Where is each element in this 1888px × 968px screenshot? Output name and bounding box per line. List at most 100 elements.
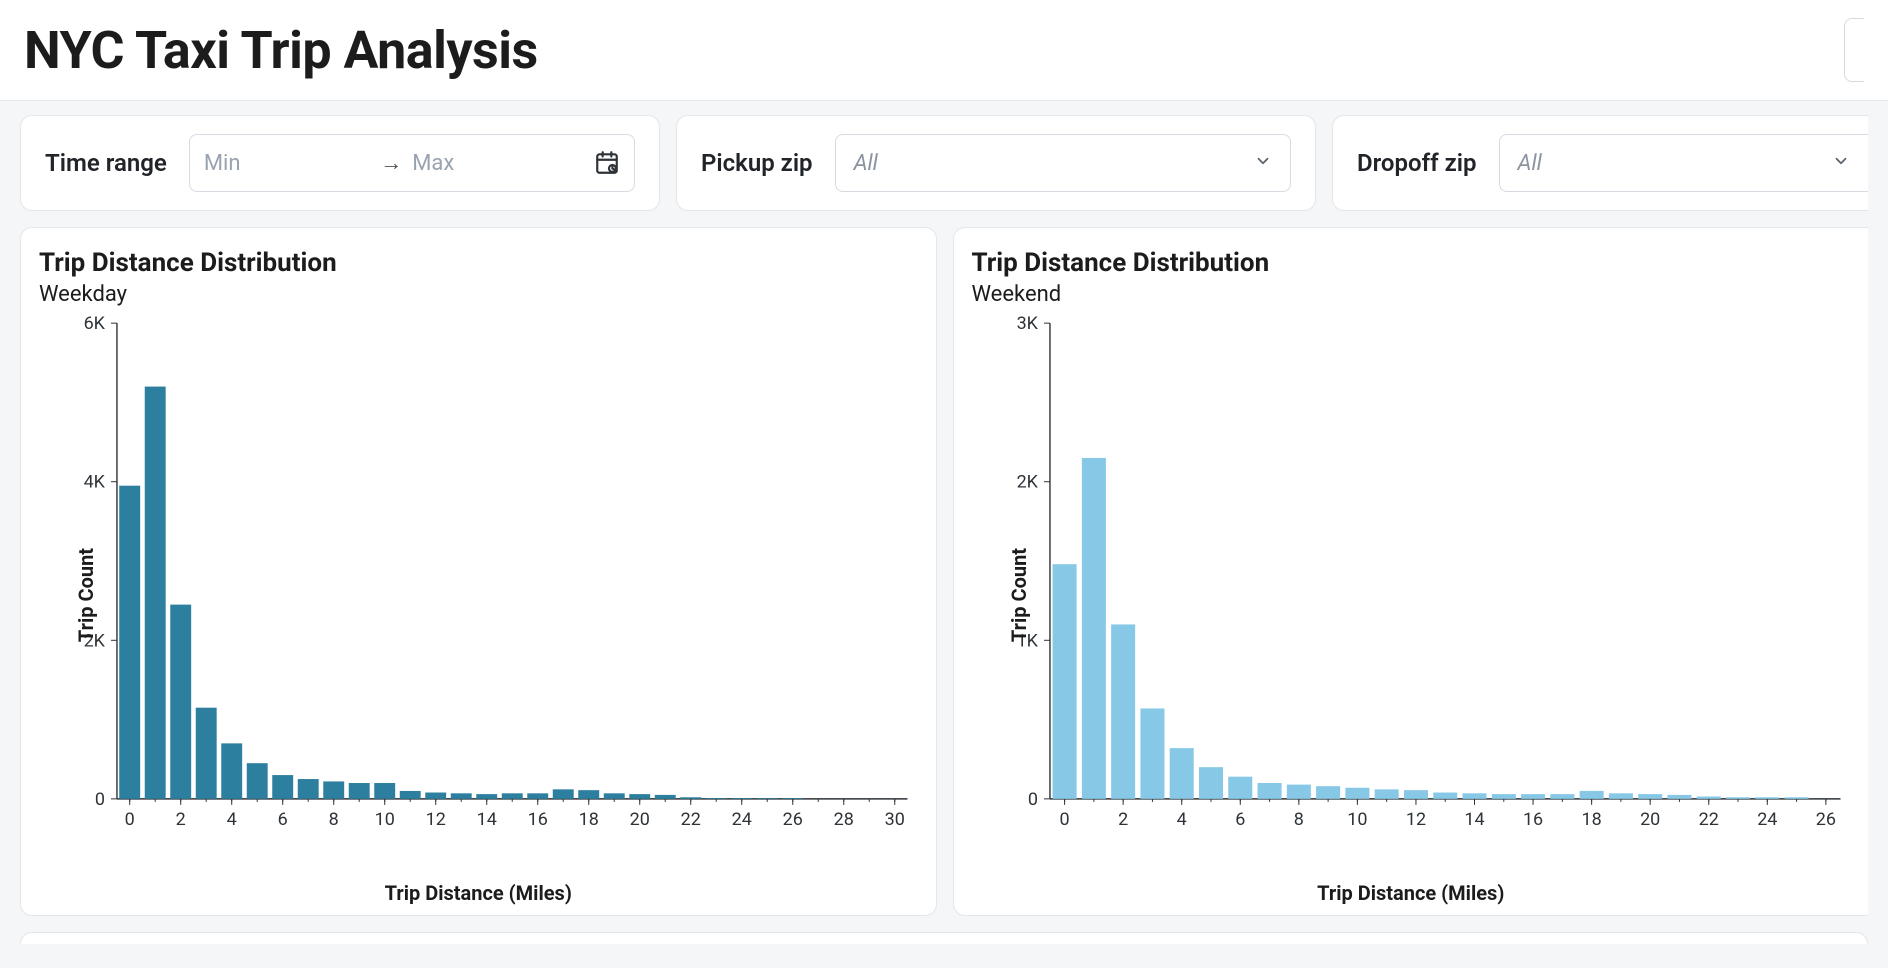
svg-text:0: 0 (1027, 789, 1037, 810)
chart-xlabel-weekday: Trip Distance (Miles) (39, 881, 918, 905)
chart-bar[interactable] (349, 783, 370, 799)
chart-bar[interactable] (1521, 794, 1545, 799)
chart-bar[interactable] (425, 793, 446, 799)
chart-bar[interactable] (1257, 783, 1281, 799)
svg-text:10: 10 (375, 809, 395, 830)
filter-label-dropoff-zip: Dropoff zip (1357, 149, 1477, 177)
title-right-panel-edge (1844, 18, 1864, 82)
svg-text:0: 0 (95, 789, 105, 810)
page-title: NYC Taxi Trip Analysis (24, 20, 538, 81)
chart-bar[interactable] (400, 791, 421, 799)
chart-bar[interactable] (323, 781, 344, 798)
chart-bar[interactable] (1550, 794, 1574, 799)
svg-text:3K: 3K (1016, 315, 1038, 334)
chart-bar[interactable] (272, 775, 293, 799)
chart-bar[interactable] (527, 793, 548, 799)
chart-bar[interactable] (196, 708, 217, 799)
chart-bar[interactable] (1081, 458, 1105, 799)
svg-text:16: 16 (1522, 809, 1542, 830)
chart-bar[interactable] (731, 798, 752, 799)
svg-text:20: 20 (1640, 809, 1660, 830)
chart-bar[interactable] (221, 743, 242, 799)
chart-card-weekend: Trip Distance Distribution Weekend Trip … (953, 227, 1869, 916)
calendar-icon[interactable] (594, 150, 620, 176)
svg-text:12: 12 (1405, 809, 1425, 830)
svg-text:16: 16 (528, 809, 548, 830)
chart-bar[interactable] (1491, 794, 1515, 799)
chart-plot-weekday: Trip Count 02K4K6K0246810121416182022242… (39, 315, 918, 875)
chart-bar[interactable] (706, 798, 727, 799)
chart-bar[interactable] (1374, 789, 1398, 799)
chart-bar[interactable] (578, 790, 599, 799)
chart-card-weekday: Trip Distance Distribution Weekday Trip … (20, 227, 937, 916)
chart-bar[interactable] (1111, 624, 1135, 798)
chart-bar[interactable] (553, 789, 574, 799)
chart-bar[interactable] (1755, 797, 1779, 799)
chart-ylabel-weekend: Trip Count (1007, 548, 1031, 642)
chart-bar[interactable] (1140, 708, 1164, 798)
chart-xlabel-weekend: Trip Distance (Miles) (972, 881, 1851, 905)
chart-ylabel-weekday: Trip Count (74, 548, 98, 642)
pickup-zip-placeholder: All (854, 151, 878, 176)
chart-bar[interactable] (502, 793, 523, 799)
svg-text:4: 4 (227, 809, 237, 830)
chevron-down-icon (1832, 151, 1850, 176)
arrow-right-icon: → (380, 150, 402, 176)
filter-pickup-zip: Pickup zip All (676, 115, 1316, 211)
time-range-input[interactable]: Min → Max (189, 134, 635, 192)
chart-bar[interactable] (119, 486, 140, 799)
svg-text:4: 4 (1176, 809, 1186, 830)
chart-bar[interactable] (1784, 797, 1808, 799)
chart-bar[interactable] (1403, 790, 1427, 799)
chart-bar[interactable] (1316, 786, 1340, 799)
chart-bar[interactable] (757, 798, 778, 799)
chart-bar[interactable] (782, 798, 803, 799)
chart-bar[interactable] (1198, 767, 1222, 799)
chart-bar[interactable] (170, 605, 191, 799)
chart-bar[interactable] (374, 783, 395, 799)
chart-bar[interactable] (1345, 788, 1369, 799)
filters-row: Time range Min → Max (20, 115, 1868, 211)
svg-text:24: 24 (732, 809, 752, 830)
chart-bar[interactable] (145, 387, 166, 799)
svg-text:26: 26 (783, 809, 803, 830)
chart-bar[interactable] (1638, 794, 1662, 799)
svg-text:18: 18 (579, 809, 599, 830)
chart-bar[interactable] (680, 797, 701, 799)
chart-bar[interactable] (476, 794, 497, 799)
chart-bar[interactable] (1667, 795, 1691, 799)
chart-bar[interactable] (1579, 791, 1603, 799)
chart-bar[interactable] (451, 793, 472, 799)
svg-text:10: 10 (1347, 809, 1367, 830)
chart-bar[interactable] (1228, 777, 1252, 799)
chart-bar[interactable] (1433, 793, 1457, 799)
chart-bar[interactable] (629, 794, 650, 799)
chart-bar[interactable] (1696, 796, 1720, 798)
chart-bar[interactable] (1462, 793, 1486, 799)
chart-bar[interactable] (298, 779, 319, 799)
charts-row: Trip Distance Distribution Weekday Trip … (20, 227, 1868, 916)
svg-text:8: 8 (1293, 809, 1303, 830)
chart-plot-weekend: Trip Count 01K2K3K0246810121416182022242… (972, 315, 1851, 875)
chart-title-weekday: Trip Distance Distribution (39, 248, 918, 278)
svg-text:24: 24 (1757, 809, 1777, 830)
svg-text:8: 8 (329, 809, 339, 830)
chart-bar[interactable] (1726, 797, 1750, 799)
filter-label-time-range: Time range (45, 149, 167, 177)
time-range-max-placeholder: Max (412, 151, 454, 176)
chart-bar[interactable] (1052, 564, 1076, 799)
dropoff-zip-placeholder: All (1518, 151, 1542, 176)
chart-bar[interactable] (1286, 785, 1310, 799)
dropoff-zip-select[interactable]: All (1499, 134, 1868, 192)
chevron-down-icon (1254, 151, 1272, 176)
chart-bar[interactable] (604, 793, 625, 799)
chart-bar[interactable] (1608, 793, 1632, 799)
svg-text:6: 6 (1235, 809, 1245, 830)
svg-text:6: 6 (278, 809, 288, 830)
svg-text:4K: 4K (84, 472, 106, 493)
chart-bar[interactable] (247, 763, 268, 799)
pickup-zip-select[interactable]: All (835, 134, 1291, 192)
chart-bar[interactable] (1169, 748, 1193, 799)
chart-bar[interactable] (655, 795, 676, 799)
svg-text:22: 22 (1698, 809, 1718, 830)
